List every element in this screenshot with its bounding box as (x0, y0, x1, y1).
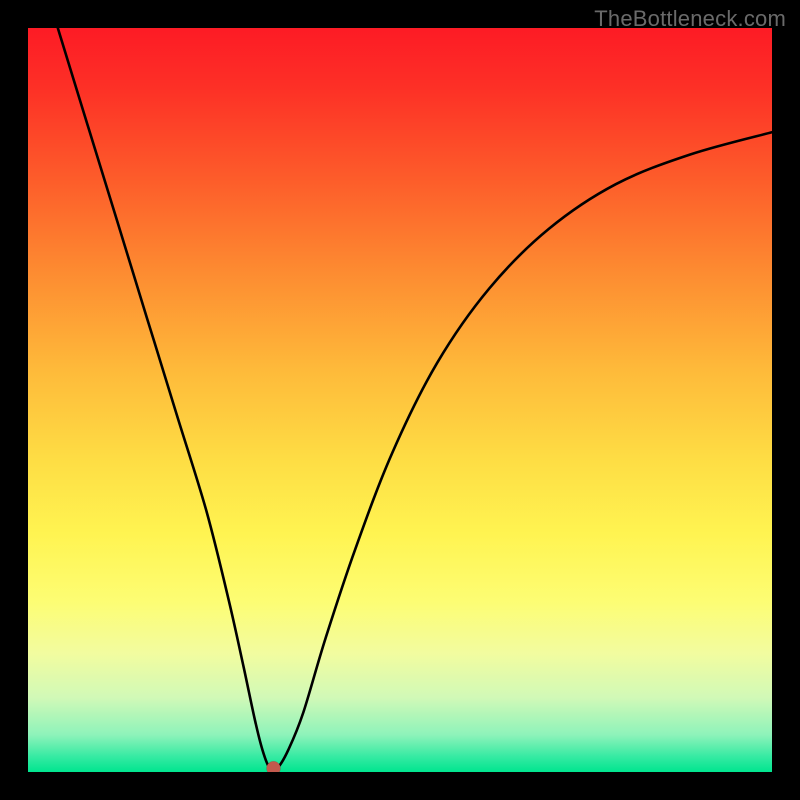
chart-frame: TheBottleneck.com (0, 0, 800, 800)
minimum-marker (267, 761, 281, 772)
plot-area (28, 28, 772, 772)
bottleneck-curve (28, 28, 772, 772)
